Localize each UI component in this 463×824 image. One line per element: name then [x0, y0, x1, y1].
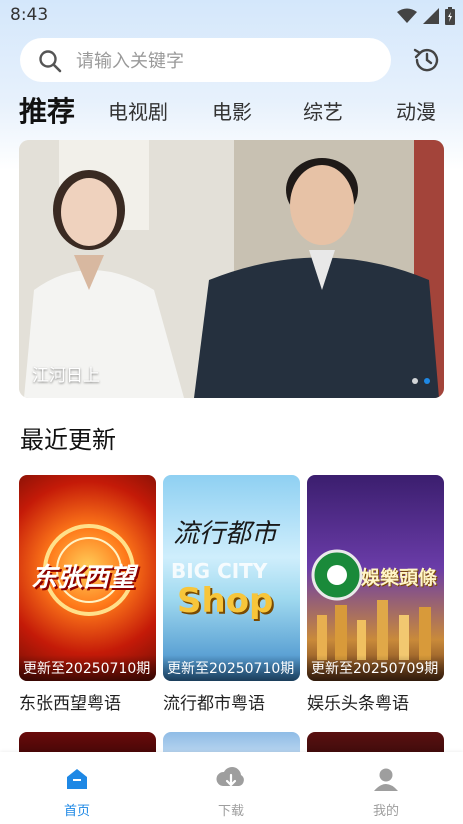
show-poster[interactable]: 娛樂頭條 更新至20250709期 [307, 475, 444, 681]
update-badge: 更新至20250710期 [19, 655, 156, 681]
nav-profile-label: 我的 [372, 804, 399, 819]
update-badge-text: 更新至20250709期 [311, 661, 439, 677]
nav-download[interactable]: 下载 [201, 766, 261, 819]
tab-variety[interactable]: 综艺 [303, 96, 343, 125]
status-icons [397, 7, 455, 25]
tab-movies[interactable]: 电影 [212, 96, 252, 125]
show-card[interactable]: 娛樂頭條 更新至20250709期 娱乐头条粤语 [307, 475, 444, 714]
history-icon[interactable] [411, 44, 443, 76]
nav-profile[interactable]: 我的 [356, 766, 416, 819]
status-time: 8:43 [10, 5, 49, 25]
banner-pagination [412, 378, 430, 384]
show-logo-sub: BIG CITY [171, 559, 268, 583]
show-logo-text: 东张西望 [31, 563, 136, 593]
banner-caption: 江河日上 [32, 366, 100, 386]
banner-image [19, 140, 444, 398]
nav-home-label: 首页 [63, 804, 90, 819]
featured-banner[interactable]: 江河日上 [19, 140, 444, 398]
show-title[interactable]: 娱乐头条粤语 [307, 689, 444, 714]
update-badge-text: 更新至20250710期 [23, 661, 151, 677]
home-icon [67, 769, 87, 789]
category-tabs: 推荐 电视剧 电影 综艺 动漫 [0, 90, 463, 130]
show-card[interactable]: 东张西望 更新至20250710期 东张西望粤语 [19, 475, 156, 714]
show-poster[interactable]: 东张西望 更新至20250710期 [19, 475, 156, 681]
profile-icon [374, 768, 398, 791]
show-title[interactable]: 东张西望粤语 [19, 689, 156, 714]
update-badge-text: 更新至20250710期 [167, 661, 295, 677]
pagination-dot[interactable] [412, 378, 418, 384]
tab-tv-series[interactable]: 电视剧 [108, 96, 168, 125]
tab-recommend[interactable]: 推荐 [19, 90, 75, 130]
pagination-dot-active[interactable] [424, 378, 430, 384]
signal-icon [423, 8, 439, 24]
update-badge: 更新至20250709期 [307, 655, 444, 681]
status-bar: 8:43 [0, 0, 463, 32]
show-logo-text: 娛樂頭條 [361, 567, 438, 589]
show-card[interactable]: 流行都市 BIG CITY Shop 更新至20250710期 流行都市粤语 [163, 475, 300, 714]
show-title[interactable]: 流行都市粤语 [163, 689, 300, 714]
show-logo-text: 流行都市 [173, 519, 278, 549]
update-badge: 更新至20250710期 [163, 655, 300, 681]
tab-anime[interactable]: 动漫 [396, 96, 436, 125]
show-logo-sub2: Shop [177, 581, 274, 621]
battery-icon [445, 7, 455, 25]
section-title-recent: 最近更新 [20, 426, 116, 454]
wifi-icon [397, 8, 417, 23]
nav-download-label: 下载 [217, 804, 244, 819]
search-box[interactable] [20, 38, 391, 82]
bottom-navigation: 首页 下载 我的 [0, 752, 463, 824]
search-input[interactable] [74, 47, 378, 75]
nav-home[interactable]: 首页 [47, 766, 107, 819]
search-icon [39, 50, 62, 73]
download-icon [216, 767, 244, 787]
show-poster[interactable]: 流行都市 BIG CITY Shop 更新至20250710期 [163, 475, 300, 681]
